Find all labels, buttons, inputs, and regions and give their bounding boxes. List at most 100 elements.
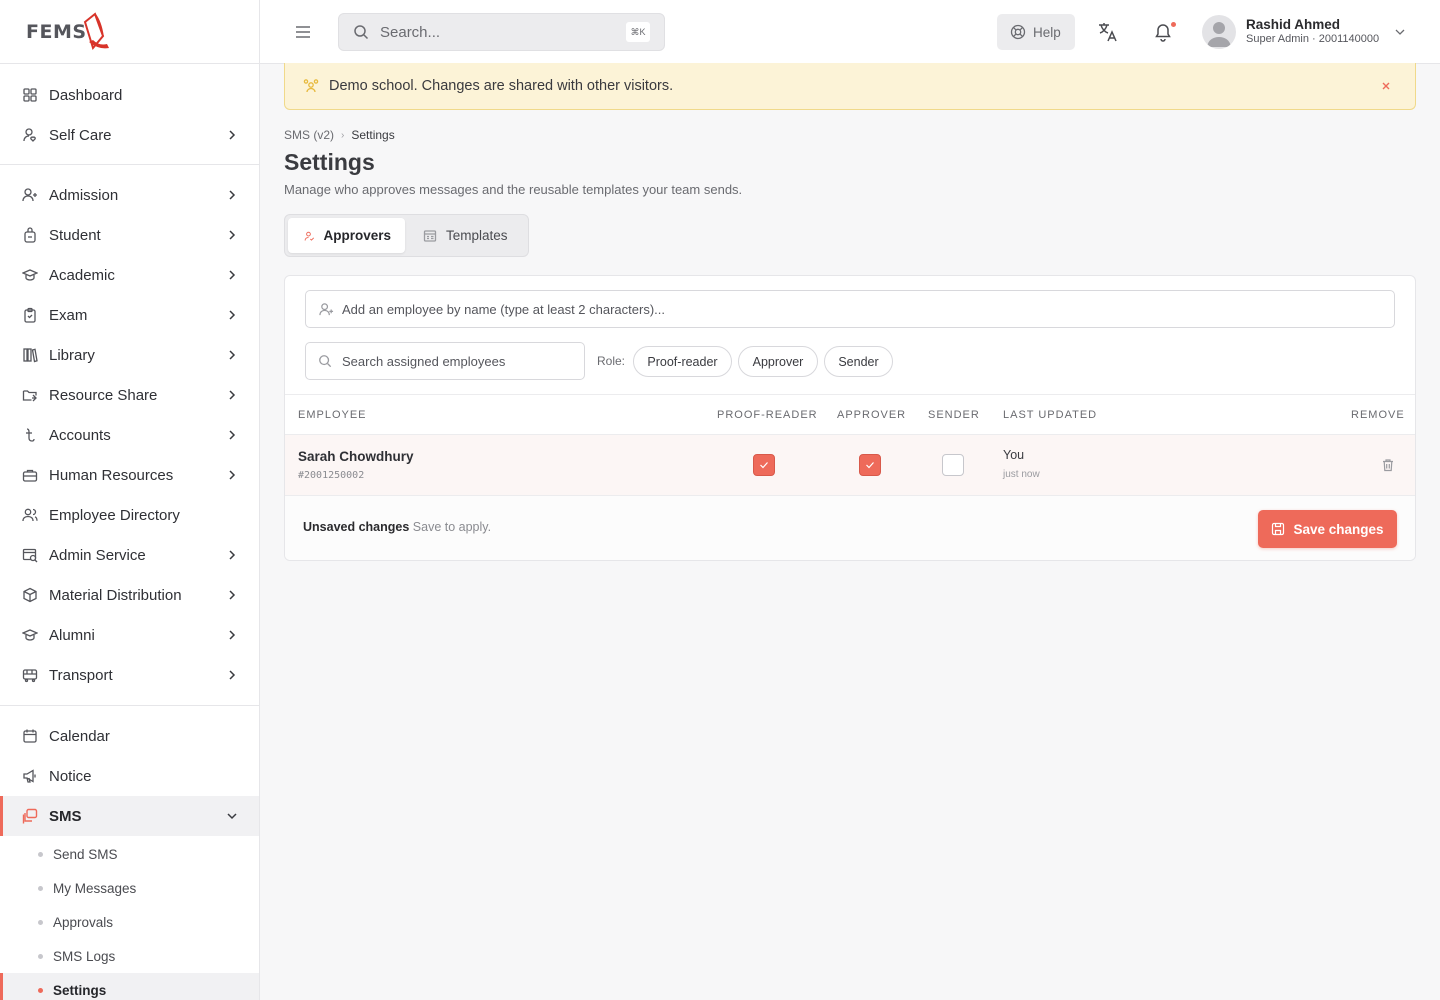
approver-checkbox[interactable] [859,454,881,476]
sidebar-item-transport[interactable]: Transport [0,655,259,695]
chevron-right-icon [229,550,236,560]
sidebar-item-alumni[interactable]: Alumni [0,615,259,655]
sidebar-item-resource-share[interactable]: Resource Share [0,375,259,415]
bell-icon[interactable] [1153,22,1173,42]
bullet-dot [38,919,43,925]
sidebar-item-dashboard[interactable]: Dashboard [0,75,259,115]
chevron-right-icon [229,670,236,680]
user-plus-icon [319,302,334,315]
chevron-right-icon [229,590,236,600]
sidebar-subitem-settings[interactable]: Settings [0,973,259,1000]
users-group-icon [303,79,319,93]
sidebar-item-label: Self Care [49,126,112,144]
save-changes-label: Save changes [1293,521,1384,537]
graduation-cap-icon [22,629,38,641]
tab-approvers[interactable]: Approvers [288,218,405,253]
avatar[interactable] [1202,15,1236,49]
bullet-dot [38,885,43,891]
grid-icon [23,88,37,102]
sidebar-item-student[interactable]: Student [0,215,259,255]
graduation-cap-icon [22,269,38,281]
unsaved-footer: Unsaved changes Save to apply. Save chan… [285,496,1415,560]
tab-label: Approvers [323,228,391,243]
page-title: Settings [284,149,375,175]
user-avatar-icon [1207,22,1231,47]
nav-section-bottom: Calendar Notice SMS Send SMS My Messages… [0,706,259,1000]
help-button[interactable]: Help [997,14,1075,50]
sidebar-item-admission[interactable]: Admission [0,175,259,215]
unsaved-hint: Save to apply. [412,520,492,534]
backpack-icon [24,227,36,243]
clipboard-icon [24,307,36,323]
sidebar-item-material-distribution[interactable]: Material Distribution [0,575,259,615]
sidebar-item-label: Resource Share [49,386,158,404]
admin-service-icon [22,548,38,563]
proof-reader-checkbox[interactable] [753,454,775,476]
sidebar-item-label: Alumni [49,626,95,644]
assigned-search-input[interactable] [342,353,584,369]
sidebar-item-employee-directory[interactable]: Employee Directory [0,495,259,535]
template-icon [423,229,437,242]
role-chip-sender[interactable]: Sender [824,346,893,377]
chevron-down-icon[interactable] [1394,26,1406,38]
sidebar-item-accounts[interactable]: Accounts [0,415,259,455]
sidebar-subitem-send-sms[interactable]: Send SMS [0,837,259,871]
sidebar-item-human-resources[interactable]: Human Resources [0,455,259,495]
save-changes-button[interactable]: Save changes [1258,510,1397,548]
users-icon [22,508,38,522]
sidebar-item-admin-service[interactable]: Admin Service [0,535,259,575]
sidebar-subitem-label: Settings [53,982,107,998]
calendar-icon [23,729,37,743]
sidebar-item-label: Transport [49,666,113,684]
sidebar-item-sms[interactable]: SMS [0,796,259,836]
assigned-search-field[interactable] [305,342,585,380]
user-heart-icon [23,128,36,142]
settings-tabs: Approvers Templates [284,214,529,257]
bullet-dot [38,851,43,857]
employee-id: #2001250002 [298,470,365,481]
role-chip-approver[interactable]: Approver [738,346,818,377]
user-role: Super Admin · 2001140000 [1246,33,1380,45]
chevron-right-icon [229,470,236,480]
translate-icon[interactable] [1097,21,1119,43]
check-icon [866,462,874,469]
sidebar-subitem-label: My Messages [53,880,137,896]
sidebar-subitem-sms-logs[interactable]: SMS Logs [0,939,259,973]
sidebar-item-exam[interactable]: Exam [0,295,259,335]
chevron-right-icon [229,230,236,240]
chevron-right-icon [229,310,236,320]
sidebar-item-self-care[interactable]: Self Care [0,115,259,155]
unsaved-status: Unsaved changes Save to apply. [303,520,491,534]
sidebar-item-notice[interactable]: Notice [0,756,259,796]
logo-text: FEMS [26,20,87,43]
lifebuoy-icon [1010,24,1026,40]
trash-icon[interactable] [1381,458,1395,472]
sidebar-subitem-label: SMS Logs [53,948,116,964]
global-search-input[interactable]: Search... ⌘K [338,13,665,51]
sidebar-item-calendar[interactable]: Calendar [0,716,259,756]
role-chip-proof-reader[interactable]: Proof-reader [633,346,732,377]
sidebar-item-academic[interactable]: Academic [0,255,259,295]
sidebar-item-label: Academic [49,266,115,284]
sender-checkbox[interactable] [942,454,964,476]
sidebar-subitem-my-messages[interactable]: My Messages [0,871,259,905]
megaphone-icon [23,769,36,783]
sidebar-item-library[interactable]: Library [0,335,259,375]
logo[interactable]: FEMS [0,0,259,64]
add-employee-input[interactable] [342,301,1394,317]
breadcrumb-link-sms[interactable]: SMS (v2) [284,128,334,142]
tab-label: Templates [446,228,508,243]
hamburger-menu-icon[interactable] [294,23,312,41]
sidebar-subitem-approvals[interactable]: Approvals [0,905,259,939]
column-header-approver: Approver [837,409,907,421]
sidebar-item-label: Student [49,226,101,244]
breadcrumb-current: Settings [351,128,395,142]
close-icon[interactable] [1381,81,1391,91]
bullet-dot [38,953,43,959]
user-plus-icon [22,188,37,202]
user-name[interactable]: Rashid Ahmed [1246,17,1340,32]
chevron-right-icon [229,430,236,440]
tab-templates[interactable]: Templates [405,218,522,253]
add-employee-field[interactable] [305,290,1395,328]
logo-book-icon [83,11,109,50]
